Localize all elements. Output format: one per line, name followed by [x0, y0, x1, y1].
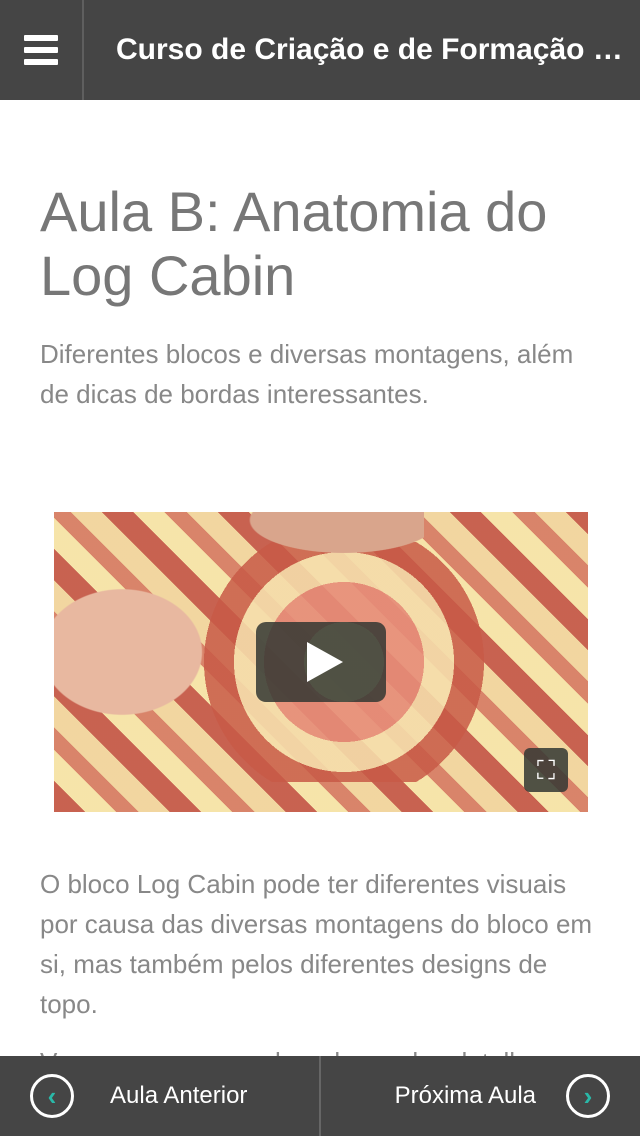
lesson-paragraph-2: Vamos conversar sobre alguns dos detalhe…: [40, 1042, 600, 1056]
chevron-right-icon: ›: [566, 1074, 610, 1118]
next-lesson-label: Próxima Aula: [394, 1082, 536, 1109]
lesson-content: Aula B: Anatomia do Log Cabin Diferentes…: [0, 100, 640, 1056]
video-player[interactable]: ⛶: [54, 512, 588, 812]
fullscreen-icon: ⛶: [536, 755, 556, 785]
chevron-right-glyph: ›: [583, 1081, 593, 1111]
hamburger-menu-icon: [24, 35, 58, 65]
lesson-navigation-bar: ‹ Aula Anterior Próxima Aula ›: [0, 1056, 640, 1136]
lesson-paragraph-1: O bloco Log Cabin pode ter diferentes vi…: [40, 869, 593, 1019]
fullscreen-button[interactable]: ⛶: [524, 748, 568, 792]
menu-button[interactable]: [0, 0, 84, 100]
chevron-left-icon: ‹: [30, 1074, 74, 1118]
app-title: Curso de Criação e de Formação de Log Ca…: [116, 33, 640, 66]
play-button[interactable]: [256, 622, 386, 702]
chevron-left-glyph: ‹: [47, 1081, 57, 1111]
lesson-subtitle: Diferentes blocos e diversas montagens, …: [40, 339, 574, 409]
video-thumbnail-hand-2: [224, 512, 424, 562]
previous-lesson-label: Aula Anterior: [110, 1082, 248, 1109]
app-bar: Curso de Criação e de Formação de Log Ca…: [0, 0, 640, 100]
previous-lesson-button[interactable]: ‹ Aula Anterior: [0, 1056, 321, 1136]
lesson-title: Aula B: Anatomia do Log Cabin: [40, 180, 548, 307]
next-lesson-button[interactable]: Próxima Aula ›: [321, 1056, 640, 1136]
play-icon: [307, 642, 343, 682]
video-thumbnail-hand: [54, 572, 224, 732]
